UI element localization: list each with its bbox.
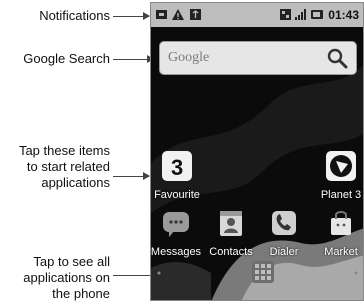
clock: 01:43 xyxy=(328,8,359,22)
search-icon[interactable] xyxy=(326,47,348,69)
callout-arrow-google-search xyxy=(113,55,154,63)
planet3-icon xyxy=(326,151,356,181)
app-market[interactable]: Market xyxy=(313,208,363,259)
phone-home-screen: 01:43 Google 3 Favourite Planet 3 Messag… xyxy=(150,2,364,301)
google-search-bar[interactable]: Google xyxy=(159,41,357,75)
app-label-planet3: Planet 3 xyxy=(320,189,362,201)
callout-google-search: Google Search xyxy=(23,51,110,66)
callout-tap-items-line2: to start related xyxy=(26,159,110,174)
svg-text:3: 3 xyxy=(171,155,183,180)
warning-icon xyxy=(172,9,184,20)
app-label-messages: Messages xyxy=(150,246,202,258)
app-messages[interactable]: Messages xyxy=(150,208,204,259)
callout-tap-all-line3: the phone xyxy=(52,286,110,301)
three-logo-icon: 3 xyxy=(162,151,192,181)
app-dialer[interactable]: Dialer xyxy=(256,208,312,259)
app-label-market: Market xyxy=(324,246,358,258)
app-label-favourites: Favourite xyxy=(154,189,200,201)
messages-icon xyxy=(163,212,189,237)
search-placeholder: Google xyxy=(168,50,210,65)
callout-arrow-tap-items xyxy=(113,172,150,180)
signal-icon xyxy=(280,9,291,20)
app-contacts[interactable]: Contacts xyxy=(203,208,259,259)
shopping-bag-icon xyxy=(331,211,351,235)
status-bar[interactable]: 01:43 xyxy=(151,3,363,27)
usb-debug-icon xyxy=(156,10,167,19)
phone-handset-icon xyxy=(272,211,296,235)
callout-tap-items: Tap these items to start related applica… xyxy=(8,143,110,191)
callout-tap-all-line1: Tap to see all xyxy=(33,254,110,269)
callout-arrow-notifications xyxy=(113,12,150,20)
callout-tap-items-line1: Tap these items xyxy=(18,143,110,158)
app-label-contacts: Contacts xyxy=(209,246,253,258)
page-indicator xyxy=(157,271,358,275)
callout-tap-all-line2: applications on xyxy=(23,270,110,285)
callout-tap-all: Tap to see all applications on the phone xyxy=(8,254,110,302)
app-favourites[interactable]: 3 Favourite xyxy=(151,151,205,202)
callout-notifications: Notifications xyxy=(39,8,110,23)
network-bars-icon xyxy=(295,9,306,20)
battery-icon xyxy=(311,10,323,19)
app-label-dialer: Dialer xyxy=(269,246,299,258)
app-planet3[interactable]: Planet 3 xyxy=(313,151,363,202)
callout-tap-items-line3: applications xyxy=(41,175,110,190)
usb-icon xyxy=(190,9,201,20)
contacts-icon xyxy=(220,211,242,236)
